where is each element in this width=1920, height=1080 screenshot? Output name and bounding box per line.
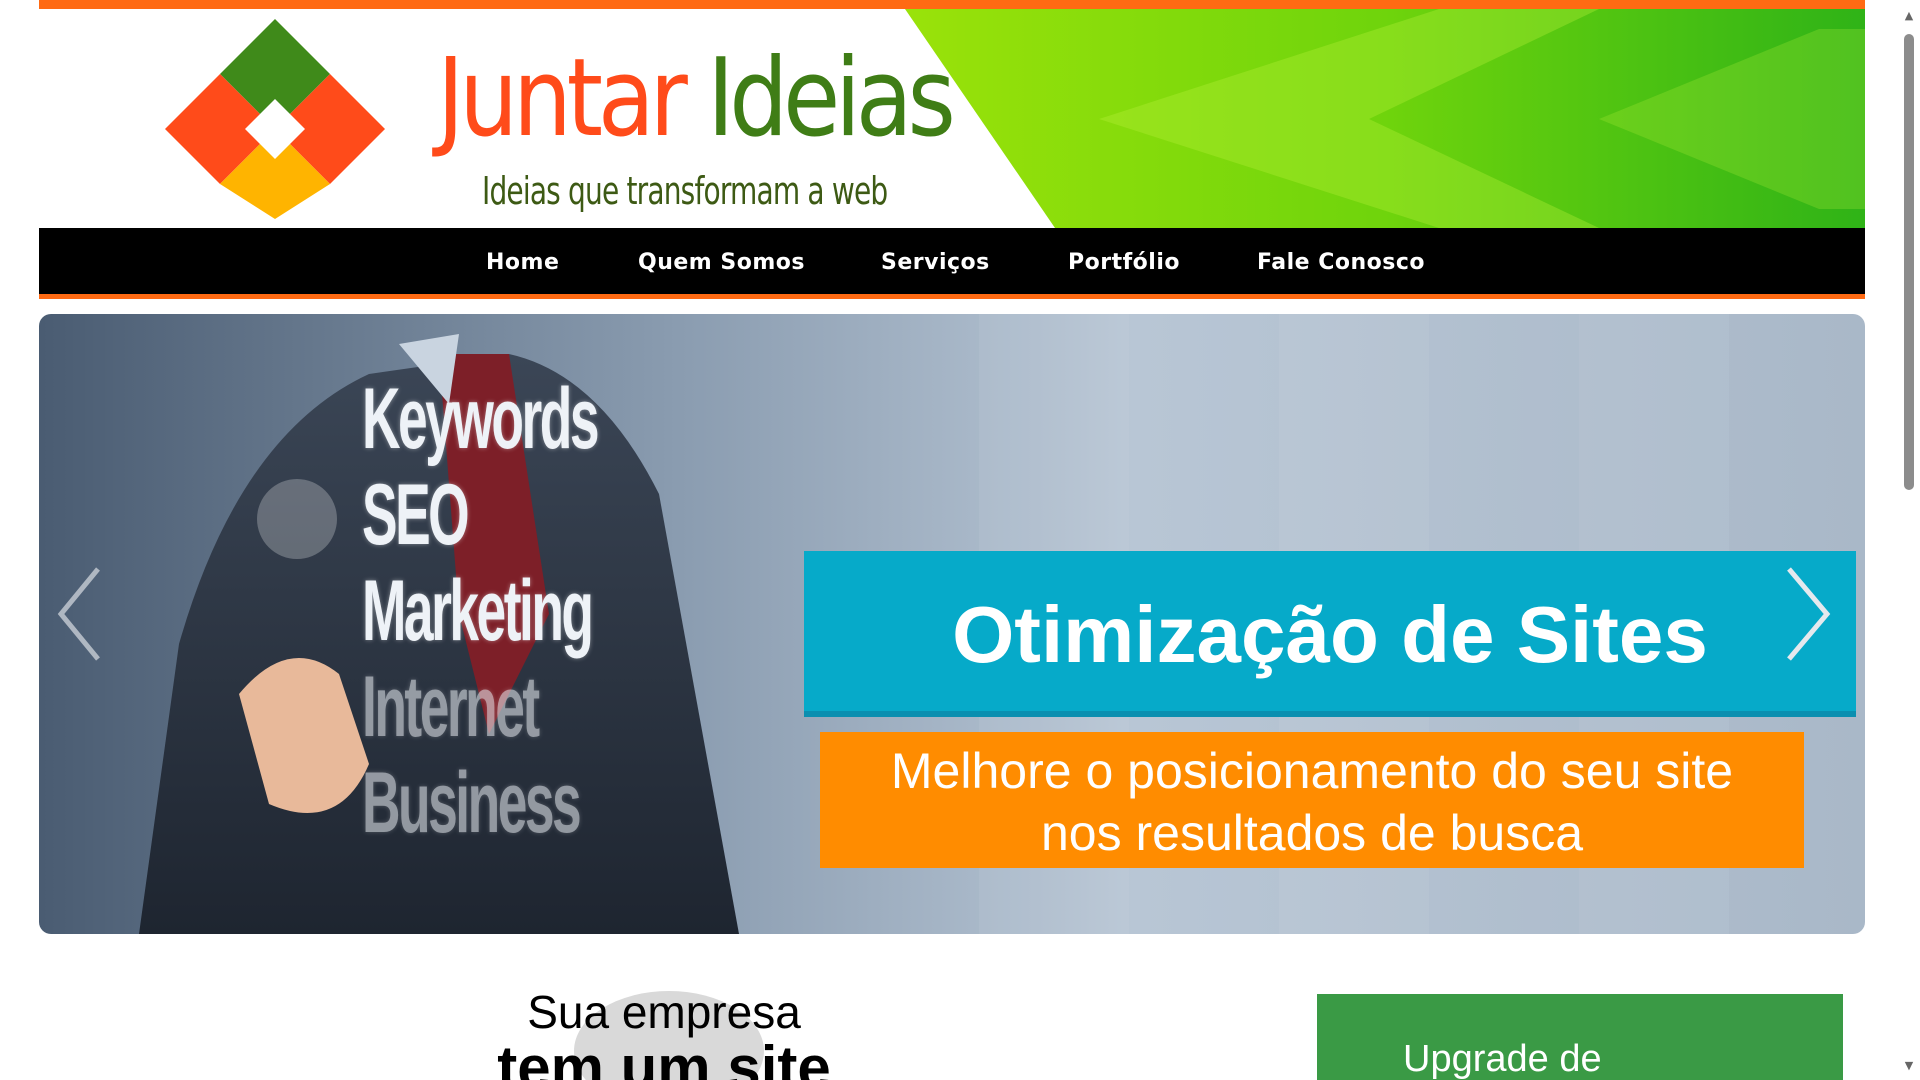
promo-block: Sua empresa tem um site [444,975,884,1080]
chevron-left-icon[interactable] [53,564,113,664]
hero-slider[interactable]: Keywords SEO Marketing Internet Business… [39,314,1865,934]
keyword-text: Internet [362,659,540,755]
nav-item-servicos[interactable]: Serviços [881,250,990,275]
keyword-text: SEO [362,467,470,563]
puzzle-logo-icon [165,19,385,219]
nav-item-fale-conosco[interactable]: Fale Conosco [1257,250,1425,275]
scrollbar-thumb[interactable] [1904,34,1914,490]
slide-caption-subtitle: Melhore o posicionamento do seu site nos… [820,732,1804,868]
nav-item-portfolio[interactable]: Portfólio [1068,250,1180,275]
keyword-text: Marketing [362,563,594,659]
logo-word-juntar: Juntar [437,36,688,161]
keyword-text: Business [362,755,582,851]
logo-tagline: Ideias que transformam a web [482,169,888,213]
scroll-up-arrow-icon[interactable]: ▲ [1903,10,1915,22]
nav-list: Home Quem Somos Serviços Portfólio Fale … [39,228,1865,294]
nav-item-home[interactable]: Home [486,250,559,275]
keyword-text: Keywords [362,371,599,467]
scroll-down-arrow-icon[interactable]: ▼ [1903,1060,1915,1072]
logo[interactable]: Juntar Ideias Ideias que transformam a w… [125,19,985,219]
site-header: Juntar Ideias Ideias que transformam a w… [39,0,1865,228]
promo-line2: tem um site [497,1034,831,1080]
slide-caption-subtitle-line1: Melhore o posicionamento do seu site [890,743,1734,799]
logo-title: Juntar Ideias [437,45,956,153]
upgrade-banner[interactable]: Upgrade de [1317,994,1843,1080]
chevron-right-icon[interactable] [1777,564,1837,664]
main-nav: Home Quem Somos Serviços Portfólio Fale … [39,228,1865,299]
slide-caption-title: Otimização de Sites [804,551,1856,717]
logo-word-ideias: Ideias [707,36,956,161]
slide-caption-subtitle-line2: nos resultados de busca [1040,805,1584,861]
page-scrollbar[interactable]: ▲ ▼ [1898,0,1920,1080]
page: Juntar Ideias Ideias que transformam a w… [39,0,1865,1080]
promo-line1: Sua empresa [527,986,801,1038]
nav-item-quem-somos[interactable]: Quem Somos [638,250,805,275]
slide-caption-title-text: Otimização de Sites [952,590,1708,679]
upgrade-label: Upgrade de [1403,1038,1602,1080]
